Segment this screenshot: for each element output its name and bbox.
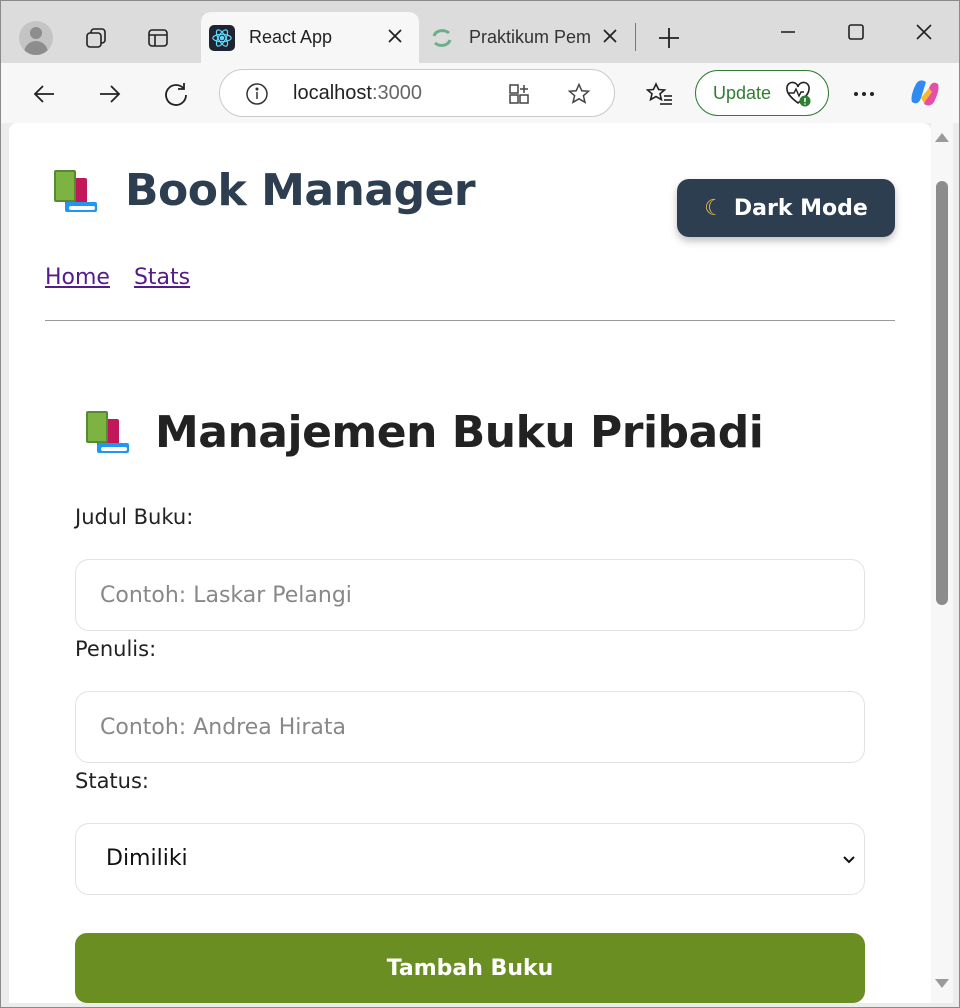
sync-icon (429, 25, 455, 51)
dark-mode-button[interactable]: ☾ Dark Mode (677, 179, 895, 237)
favorites-icon[interactable] (645, 79, 675, 109)
browser-window: React App Praktikum Pemr localhost:3000 … (0, 0, 960, 1008)
collections-icon[interactable] (83, 25, 109, 51)
window-close-icon[interactable] (911, 19, 937, 45)
scroll-down-icon[interactable] (935, 979, 949, 988)
info-icon[interactable] (244, 81, 270, 107)
page-viewport: Book Manager ☾ Dark Mode Home Stats Mana… (9, 123, 931, 1003)
nav-link-home[interactable]: Home (45, 265, 110, 290)
scroll-thumb[interactable] (936, 181, 948, 605)
browser-toolbar: localhost:3000 Update (1, 63, 959, 123)
react-icon (209, 24, 235, 51)
penulis-label: Penulis: (75, 637, 157, 661)
tab-praktikum[interactable]: Praktikum Pemr (421, 12, 636, 63)
tab-separator (635, 23, 636, 51)
status-select[interactable]: Dimiliki (75, 823, 865, 895)
books-icon (49, 166, 101, 216)
new-tab-icon[interactable] (655, 24, 683, 52)
header-divider (45, 320, 895, 321)
minimize-icon[interactable] (775, 19, 801, 45)
scroll-up-icon[interactable] (935, 133, 949, 142)
page-scrollbar[interactable] (931, 123, 953, 1003)
judul-input[interactable] (75, 559, 865, 631)
refresh-icon[interactable] (161, 79, 191, 109)
penulis-input[interactable] (75, 691, 865, 763)
book-form-card: Manajemen Buku Pribadi Judul Buku: Penul… (75, 393, 865, 1003)
tab-strip: React App Praktikum Pemr (1, 1, 959, 63)
status-selected-value: Dimiliki (106, 846, 188, 871)
add-book-label: Tambah Buku (386, 955, 554, 981)
app-title: Book Manager (125, 165, 476, 216)
url-text: localhost:3000 (293, 82, 422, 104)
form-title: Manajemen Buku Pribadi (155, 406, 764, 458)
status-label: Status: (75, 769, 149, 793)
update-button[interactable]: Update (695, 70, 829, 116)
tab-title: React App (249, 27, 333, 47)
moon-icon: ☾ (704, 195, 724, 221)
add-book-button[interactable]: Tambah Buku (75, 933, 865, 1003)
forward-icon[interactable] (95, 79, 125, 109)
app-header: Book Manager (49, 165, 476, 216)
close-icon[interactable] (385, 26, 405, 46)
nav-link-stats[interactable]: Stats (134, 265, 190, 290)
tab-react-app[interactable]: React App (201, 12, 419, 63)
form-heading: Manajemen Buku Pribadi (75, 393, 865, 471)
close-icon[interactable] (600, 26, 620, 46)
judul-label: Judul Buku: (75, 505, 194, 529)
health-heart-icon (784, 80, 812, 108)
chevron-down-icon (840, 850, 858, 868)
copilot-icon[interactable] (907, 75, 943, 111)
profile-avatar[interactable] (19, 21, 53, 55)
favorite-star-icon[interactable] (566, 81, 592, 107)
maximize-icon[interactable] (843, 19, 869, 45)
app-available-icon[interactable] (506, 81, 532, 107)
vertical-tabs-icon[interactable] (145, 25, 171, 51)
back-icon[interactable] (29, 79, 59, 109)
more-options-icon[interactable] (851, 79, 877, 109)
dark-mode-label: Dark Mode (733, 195, 868, 221)
main-nav: Home Stats (45, 265, 190, 290)
tab-title: Praktikum Pemr (469, 27, 591, 47)
books-icon (81, 407, 133, 457)
address-bar[interactable]: localhost:3000 (219, 69, 615, 117)
